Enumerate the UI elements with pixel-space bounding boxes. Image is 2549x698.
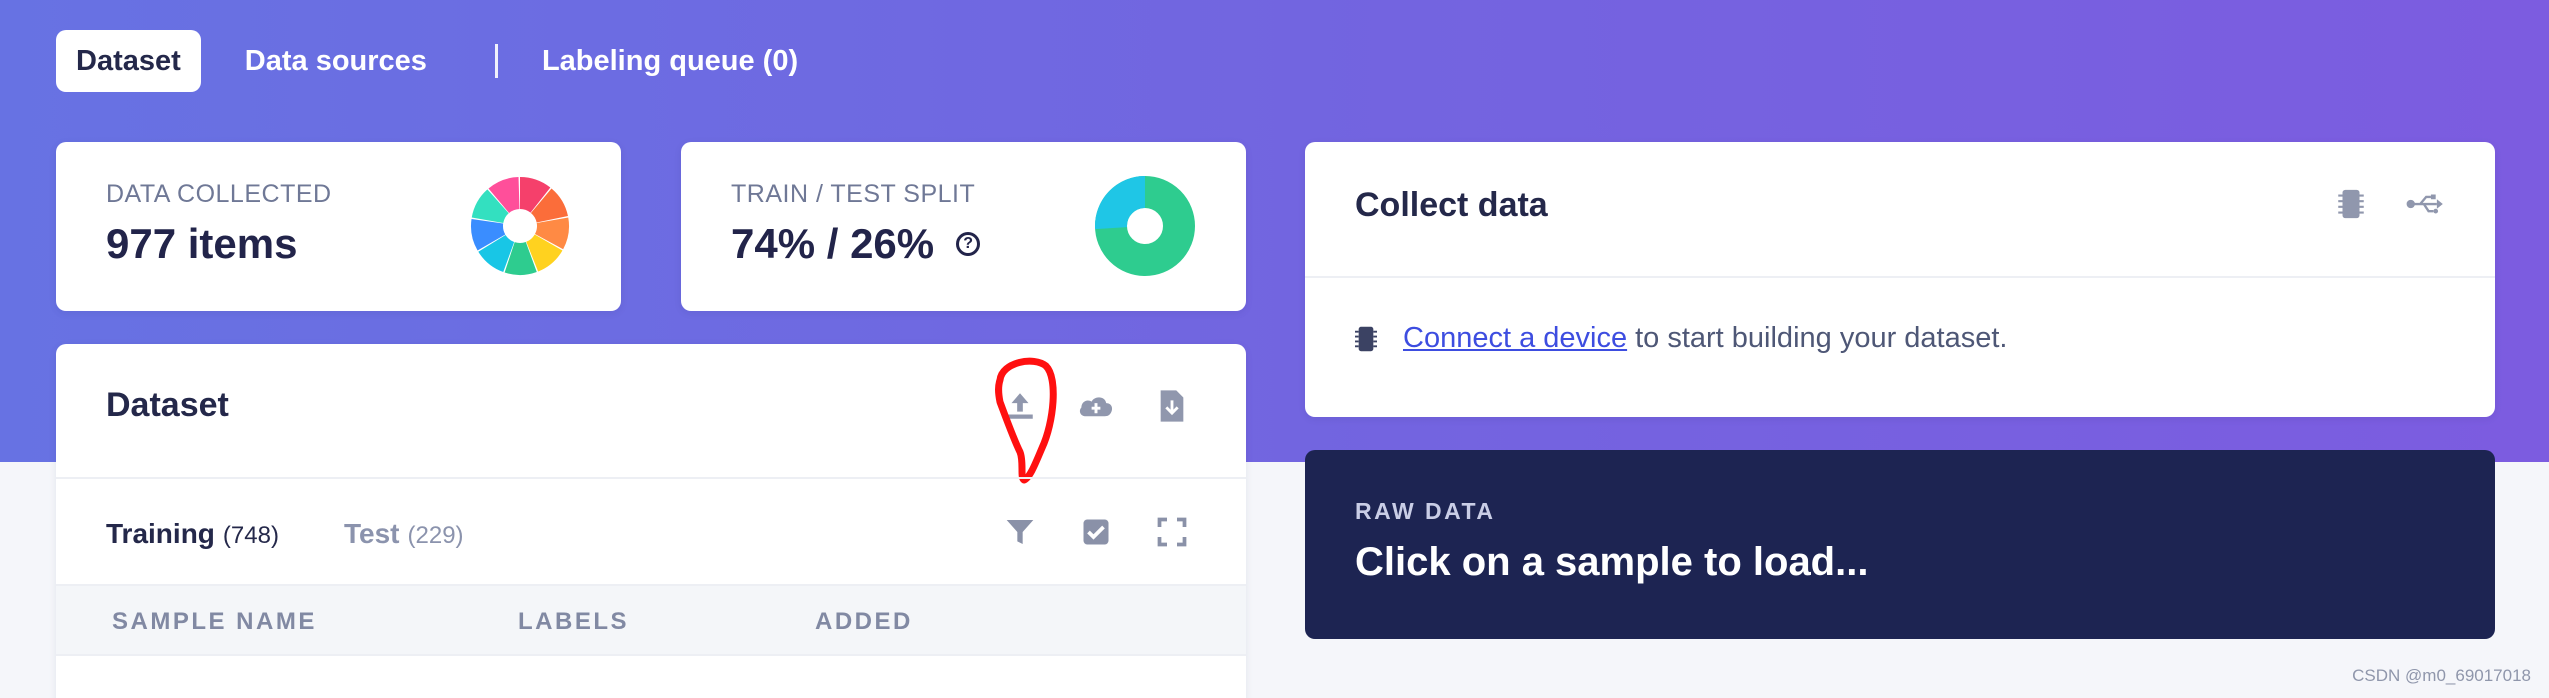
- train-test-donut: [1095, 176, 1195, 276]
- tab-training-count: (748): [222, 522, 279, 549]
- help-icon[interactable]: ?: [956, 232, 981, 256]
- watermark: CSDN @m0_69017018: [2352, 666, 2531, 685]
- collect-data-divider: [1305, 276, 2495, 278]
- data-collected-value: 977 items: [106, 220, 297, 268]
- chip-icon[interactable]: [2331, 184, 2371, 224]
- connect-device-row: Connect a device to start building your …: [1355, 322, 2007, 355]
- cloud-upload-icon[interactable]: [1076, 386, 1116, 426]
- nav-divider: [494, 44, 498, 78]
- donut-segment: [504, 241, 537, 275]
- train-test-split-text: 74% / 26%: [731, 220, 935, 267]
- train-test-split-label: TRAIN / TEST SPLIT: [731, 180, 976, 208]
- tab-labeling-queue[interactable]: Labeling queue (0): [522, 30, 818, 92]
- checkbox-icon[interactable]: [1076, 512, 1116, 552]
- donut-segment: [478, 234, 516, 273]
- top-nav: Dataset Data sources Labeling queue (0): [56, 30, 842, 92]
- collect-data-card: Collect data Connect a device to start b…: [1305, 142, 2495, 417]
- donut-segment: [534, 217, 569, 250]
- tab-dataset[interactable]: Dataset: [56, 30, 201, 92]
- raw-data-message: Click on a sample to load...: [1355, 540, 1869, 584]
- tab-training[interactable]: Training (748): [106, 518, 279, 550]
- column-sample-name[interactable]: SAMPLE NAME: [112, 608, 317, 636]
- tab-data-sources[interactable]: Data sources: [225, 30, 447, 92]
- connect-device-link[interactable]: Connect a device: [1403, 322, 1627, 355]
- device-chip-icon: [1355, 326, 1377, 351]
- collect-data-title: Collect data: [1355, 186, 1548, 224]
- donut-test-slice: [1095, 176, 1147, 230]
- donut-segment: [525, 233, 563, 272]
- tab-test[interactable]: Test (229): [344, 518, 464, 550]
- tab-test-label: Test: [344, 518, 400, 549]
- dataset-title: Dataset: [106, 386, 229, 424]
- usb-icon[interactable]: [2405, 184, 2445, 224]
- dataset-header-divider: [56, 477, 1246, 479]
- data-collected-count: 977 items: [106, 220, 298, 267]
- column-labels[interactable]: LABELS: [518, 608, 629, 636]
- donut-segment: [471, 189, 510, 225]
- train-test-split-card: TRAIN / TEST SPLIT 74% / 26% ?: [681, 142, 1246, 311]
- connect-device-suffix: to start building your dataset.: [1635, 322, 2008, 354]
- download-file-icon[interactable]: [1152, 386, 1192, 426]
- data-collected-label: DATA COLLECTED: [106, 180, 332, 208]
- label-distribution-donut: [471, 177, 569, 275]
- donut-segment: [488, 177, 521, 214]
- donut-segment: [530, 188, 568, 224]
- dataset-panel: Dataset Training (748) Test (229) SAMPLE N…: [56, 344, 1246, 698]
- donut-segment: [518, 177, 551, 214]
- tab-test-count: (229): [407, 522, 464, 549]
- data-collected-card: DATA COLLECTED 977 items: [56, 142, 621, 311]
- table-header: SAMPLE NAME LABELS ADDED: [56, 584, 1246, 656]
- red-annotation-circle: [995, 357, 1057, 484]
- raw-data-label: RAW DATA: [1355, 498, 1496, 524]
- raw-data-card: RAW DATA Click on a sample to load...: [1305, 450, 2495, 639]
- train-test-split-value: 74% / 26% ?: [731, 220, 981, 268]
- donut-segment: [471, 218, 506, 251]
- tab-training-label: Training: [106, 518, 215, 549]
- expand-icon[interactable]: [1152, 512, 1192, 552]
- column-added[interactable]: ADDED: [815, 608, 913, 636]
- filter-icon[interactable]: [1000, 512, 1040, 552]
